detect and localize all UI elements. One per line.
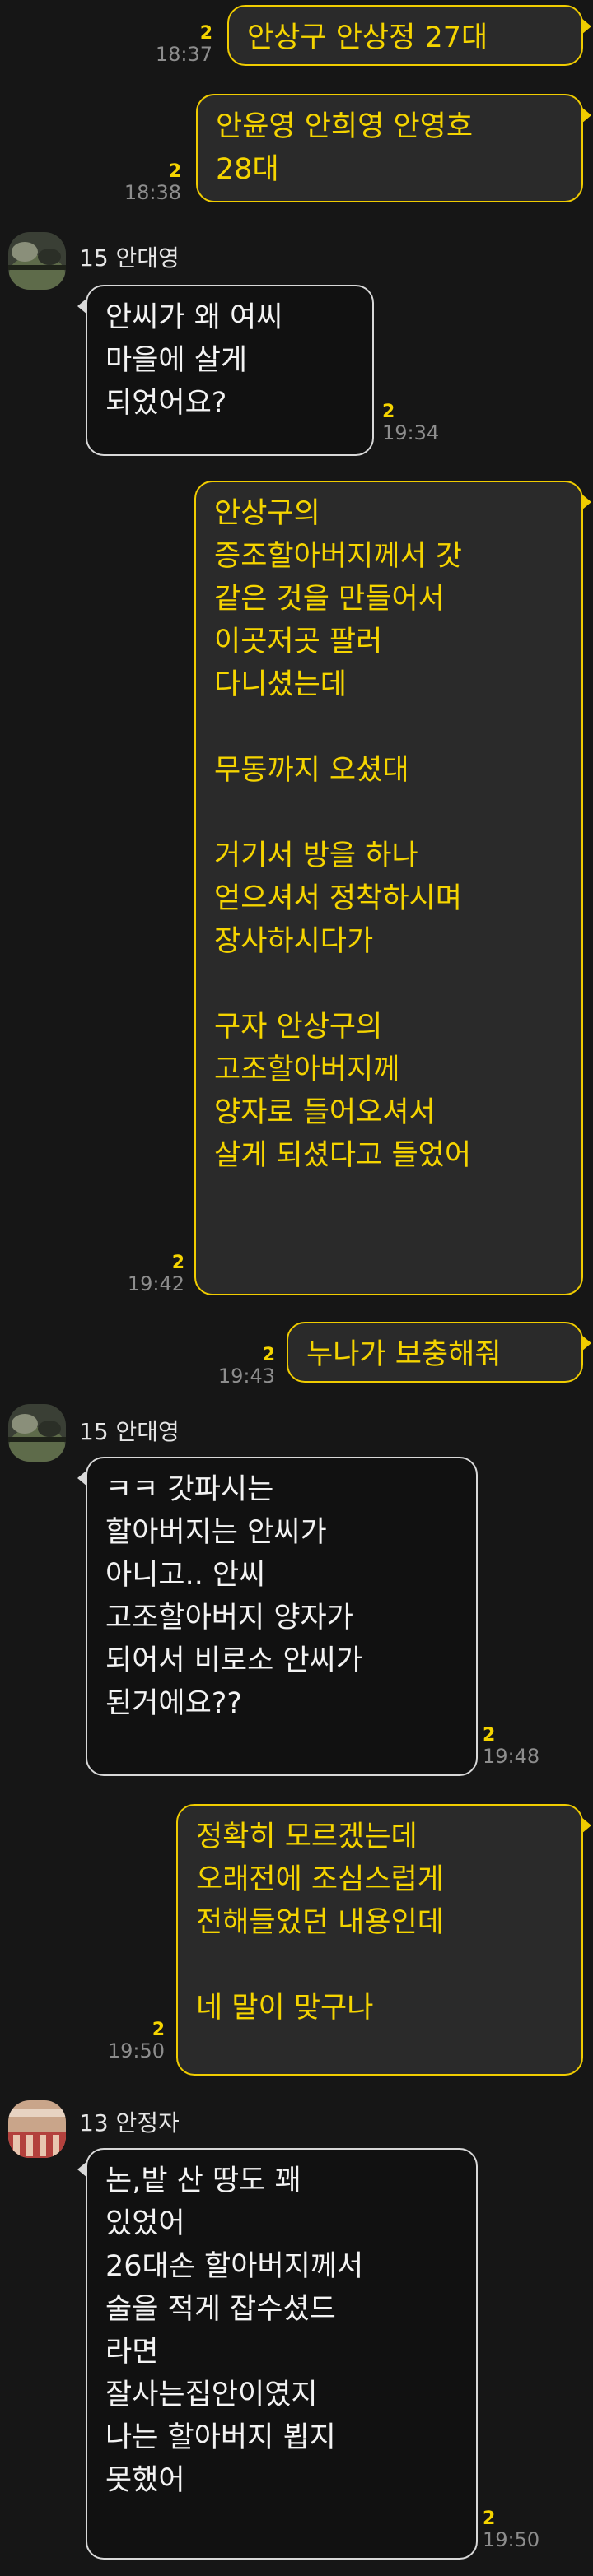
message-time: 18:37: [155, 43, 212, 66]
unread-count: 2: [199, 23, 212, 44]
message-meta: 2 19:42: [127, 1253, 184, 1296]
unread-count: 2: [483, 1725, 496, 1746]
sender-avatar[interactable]: [8, 2100, 66, 2158]
message-time: 19:43: [217, 1365, 275, 1388]
sender-avatar[interactable]: [8, 232, 66, 290]
message-meta: 2 19:50: [107, 2020, 165, 2063]
message-time: 19:34: [382, 421, 440, 444]
my-message-bubble[interactable]: 누나가 보충해줘: [287, 1322, 591, 1383]
message-time: 19:50: [483, 2528, 540, 2551]
incoming-message-bubble[interactable]: 논,밭 산 땅도 꽤 있었어 26대손 할아버지께서 술을 적게 잡수셨드 라면…: [77, 2148, 478, 2560]
avatar-photo-icon: [8, 1404, 66, 1462]
unread-count: 2: [382, 402, 395, 422]
incoming-message-bubble[interactable]: ㅋㅋ 갓파시는 할아버지는 안씨가 아니고.. 안씨 고조할아버지 양자가 되어…: [77, 1457, 478, 1776]
unread-count: 2: [152, 2020, 165, 2040]
incoming-message-bubble[interactable]: 안씨가 왜 여씨 마을에 살게 되었어요?: [77, 285, 374, 456]
message-time: 18:38: [124, 181, 181, 204]
message-meta: 2 18:37: [155, 23, 212, 67]
message-time: 19:50: [107, 2039, 165, 2062]
sender-name: 13 안정자: [79, 2109, 180, 2137]
my-message-bubble[interactable]: 안윤영 안희영 안영호 28대: [196, 94, 591, 202]
message-time: 19:42: [127, 1272, 184, 1295]
chat-area: 안상구 안상정 27대 2 18:37 안윤영 안희영 안영호 28대 2 18…: [0, 0, 593, 2576]
message-time: 19:48: [483, 1745, 540, 1768]
unread-count: 2: [168, 161, 181, 182]
message-meta: 2 18:38: [124, 161, 181, 205]
unread-count: 2: [171, 1253, 184, 1273]
avatar-photo-icon: [8, 232, 66, 290]
my-message-bubble[interactable]: 안상구의 증조할아버지께서 갓 같은 것을 만들어서 이곳저곳 팔러 다니셨는데…: [194, 481, 591, 1295]
message-meta: 2 19:43: [218, 1346, 275, 1388]
sender-avatar[interactable]: [8, 1404, 66, 1462]
avatar-photo-icon: [8, 2100, 66, 2158]
sender-name: 15 안대영: [79, 244, 180, 272]
unread-count: 2: [262, 1345, 275, 1365]
message-meta: 2 19:34: [382, 402, 440, 445]
my-message-bubble[interactable]: 안상구 안상정 27대: [227, 5, 591, 66]
sender-name: 15 안대영: [79, 1418, 180, 1445]
message-meta: 2 19:48: [483, 1725, 540, 1769]
my-message-bubble[interactable]: 정확히 모르겠는데 오래전에 조심스럽게 전해들었던 내용인데 네 말이 맞구나: [176, 1804, 591, 2076]
message-meta: 2 19:50: [483, 2509, 540, 2552]
unread-count: 2: [483, 2509, 496, 2529]
